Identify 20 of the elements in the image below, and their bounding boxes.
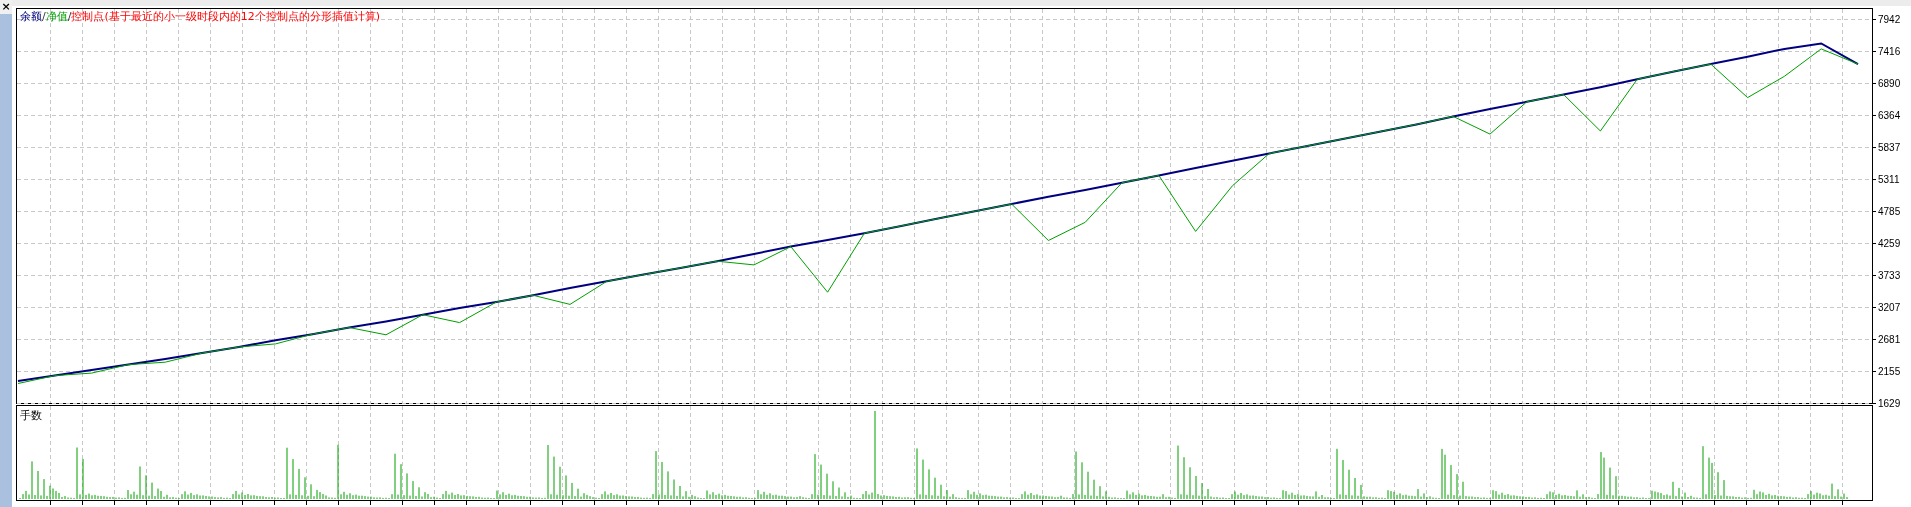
axis-label: 5837 <box>1878 142 1901 154</box>
axis-label: 6364 <box>1878 110 1901 121</box>
axis-label: 3733 <box>1878 270 1901 281</box>
axis-label: 7416 <box>1878 46 1901 57</box>
axis-label: 4259 <box>1878 238 1901 250</box>
axis-label: 4785 <box>1878 206 1901 218</box>
close-button[interactable]: × <box>0 0 12 14</box>
legend-separator: / <box>42 10 46 23</box>
axis-label: 2681 <box>1878 334 1901 345</box>
axis-label: 5311 <box>1878 174 1900 186</box>
legend-separator: / <box>67 10 72 23</box>
legend-label: 净值 <box>45 10 68 23</box>
legend-label: 余额 <box>20 10 42 23</box>
panel-label: 手数 <box>20 409 42 422</box>
axis-label: 1629 <box>1878 398 1901 409</box>
axis-label: 2155 <box>1878 366 1901 377</box>
axis-label: 7942 <box>1878 14 1901 25</box>
legend-label: 控制点(基于最近的小一级时段内的12个控制点的分形插值计算) <box>71 10 381 23</box>
axis-label: 3207 <box>1878 302 1901 313</box>
axis-label: 6890 <box>1878 78 1901 89</box>
